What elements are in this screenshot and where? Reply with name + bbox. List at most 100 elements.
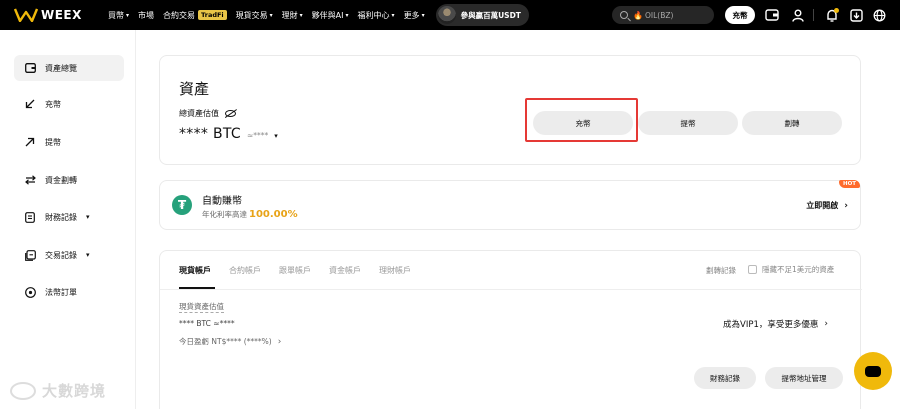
tab-divider xyxy=(160,289,862,290)
nav-buy-crypto[interactable]: 買幣 ▾ xyxy=(108,10,129,21)
chevron-down-icon: ▾ xyxy=(345,11,349,19)
auto-earn-card[interactable]: ₮ 自動賺幣 年化利率高達 100.00% HOT 立即開啟 › xyxy=(159,180,861,230)
wallet-icon xyxy=(24,62,36,74)
total-estimate-text: 總資產估值 xyxy=(179,109,219,118)
arrow-up-right-icon xyxy=(24,136,36,148)
bell-icon[interactable] xyxy=(825,8,839,22)
chevron-right-icon: › xyxy=(824,319,828,329)
chevron-down-icon: ▾ xyxy=(86,251,90,259)
hide-small-label: 隱藏不足1美元的資產 xyxy=(762,265,835,274)
apy-label: 年化利率高達 xyxy=(202,210,247,219)
eye-hidden-icon[interactable] xyxy=(225,110,236,117)
transfer-action-button[interactable]: 劃轉 xyxy=(742,111,842,135)
search-icon xyxy=(620,11,628,19)
hide-small-checkbox[interactable] xyxy=(748,265,757,274)
search-input[interactable]: 🔥 OIL(BZ) xyxy=(612,6,714,24)
accounts-card: 現貨帳戶 合約帳戶 跟單帳戶 資金帳戶 理財帳戶 劃轉記錄 隱藏不足1美元的資產… xyxy=(159,250,862,409)
nav-more[interactable]: 更多 ▾ xyxy=(404,10,425,21)
flame-icon: 🔥 xyxy=(633,10,643,20)
transfer-icon xyxy=(24,174,36,186)
chevron-down-icon: ▾ xyxy=(421,11,425,19)
sidebar: 資產總覽 充幣 提幣 資金劃轉 財務記錄 ▾ 交易記錄 ▾ 法幣訂單 xyxy=(0,30,136,409)
watermark-text: 大數跨境 xyxy=(42,382,107,400)
download-icon[interactable] xyxy=(849,8,863,22)
hot-badge: HOT xyxy=(838,180,860,188)
sidebar-item-label: 資產總覽 xyxy=(45,63,77,73)
financial-records-button[interactable]: 財務記錄 xyxy=(694,367,756,389)
sidebar-item-trade-records[interactable]: 交易記錄 ▾ xyxy=(14,242,124,268)
fiat-order-icon xyxy=(24,286,36,298)
btc-value: **** BTC xyxy=(179,126,241,142)
currency-dropdown-icon[interactable]: ▾ xyxy=(274,132,278,140)
chevron-down-icon: ▾ xyxy=(269,11,273,19)
deposit-button[interactable]: 充幣 xyxy=(725,6,755,24)
nav-label: 買幣 xyxy=(108,10,124,20)
chevron-down-icon: ▾ xyxy=(299,11,303,19)
chevron-down-icon: ▾ xyxy=(391,11,395,19)
tradfi-badge: TradFi xyxy=(198,10,227,20)
main-nav: 買幣 ▾ 市場 合約交易 TradFi 現貨交易 ▾ 理財 ▾ 夥伴與AI ▾ 福利中心 ▾… xyxy=(108,0,529,30)
promo-banner[interactable]: 參與贏百萬USDT xyxy=(435,4,529,26)
today-pnl[interactable]: 今日盈虧 NT$**** (****%) › xyxy=(179,336,281,347)
globe-icon[interactable] xyxy=(872,8,886,22)
search-placeholder: OIL(BZ) xyxy=(644,10,674,20)
sidebar-item-deposit[interactable]: 充幣 xyxy=(14,91,124,117)
nav-markets[interactable]: 市場 xyxy=(138,10,154,21)
tab-funding-account[interactable]: 資金帳戶 xyxy=(329,265,361,284)
user-icon[interactable] xyxy=(791,8,805,22)
arrow-down-left-icon xyxy=(24,98,36,110)
sidebar-item-withdraw[interactable]: 提幣 xyxy=(14,129,124,155)
nav-label: 理財 xyxy=(281,10,298,20)
weex-logo-icon xyxy=(14,8,38,22)
highlight-box xyxy=(525,98,638,142)
tab-copy-account[interactable]: 跟單帳戶 xyxy=(279,265,311,284)
tab-earn-account[interactable]: 理財帳戶 xyxy=(379,265,411,284)
sidebar-item-label: 交易記錄 xyxy=(45,250,77,260)
hide-small-assets-toggle[interactable]: 隱藏不足1美元的資產 xyxy=(748,264,834,275)
total-estimate-label: 總資產估值 xyxy=(179,108,236,119)
nav-label: 夥伴與AI xyxy=(311,10,344,20)
page-title: 資產 xyxy=(179,80,210,98)
document-icon xyxy=(24,211,36,223)
wallet-icon[interactable] xyxy=(765,8,779,22)
withdraw-action-button[interactable]: 提幣 xyxy=(638,111,738,135)
weex-logo[interactable]: WEEX xyxy=(14,8,108,22)
sidebar-item-asset-overview[interactable]: 資產總覽 xyxy=(14,55,124,81)
watermark-logo-icon xyxy=(10,381,36,400)
withdraw-address-button[interactable]: 提幣地址管理 xyxy=(765,367,843,389)
nav-partners-ai[interactable]: 夥伴與AI ▾ xyxy=(312,10,349,21)
sidebar-item-label: 法幣訂單 xyxy=(45,287,77,297)
enable-now-link[interactable]: 立即開啟 › xyxy=(806,200,848,211)
main-content: 資產 總資產估值 **** BTC ≈**** ▾ 充幣 提幣 劃轉 ₮ 自動賺… xyxy=(136,30,900,409)
nav-spot[interactable]: 現貨交易 ▾ xyxy=(236,10,273,21)
nav-earn[interactable]: 理財 ▾ xyxy=(282,10,303,21)
top-navbar: WEEX 買幣 ▾ 市場 合約交易 TradFi 現貨交易 ▾ 理財 ▾ 夥伴與AI ▾ … xyxy=(0,0,900,30)
nav-label: 市場 xyxy=(138,10,155,20)
tab-futures-account[interactable]: 合約帳戶 xyxy=(229,265,261,284)
chevron-down-icon: ▾ xyxy=(126,11,130,19)
sidebar-item-transfer[interactable]: 資金劃轉 xyxy=(14,167,124,193)
transfer-record-link[interactable]: 劃轉記錄 xyxy=(706,265,736,276)
btc-value-row: **** BTC ≈**** ▾ xyxy=(179,126,278,142)
fiat-approx: ≈**** xyxy=(246,131,269,140)
sidebar-item-label: 充幣 xyxy=(45,99,61,109)
sidebar-item-fiat-orders[interactable]: 法幣訂單 xyxy=(14,279,124,305)
sidebar-item-financial-records[interactable]: 財務記錄 ▾ xyxy=(14,204,124,230)
tether-icon: ₮ xyxy=(172,195,192,215)
divider xyxy=(813,9,814,21)
tab-spot-account[interactable]: 現貨帳戶 xyxy=(179,265,211,284)
apy-rate: 100.00% xyxy=(249,209,298,220)
brand-name: WEEX xyxy=(41,8,82,22)
auto-earn-subtitle: 年化利率高達 100.00% xyxy=(202,209,298,220)
nav-rewards[interactable]: 福利中心 ▾ xyxy=(358,10,395,21)
enable-now-label: 立即開啟 xyxy=(806,201,839,210)
sidebar-item-label: 財務記錄 xyxy=(45,212,77,222)
sidebar-item-label: 資金劃轉 xyxy=(45,175,77,185)
watermark: 大數跨境 xyxy=(10,380,106,401)
chat-icon xyxy=(865,365,881,377)
nav-futures[interactable]: 合約交易 TradFi xyxy=(163,10,227,21)
notification-dot xyxy=(834,8,839,13)
support-chat-button[interactable] xyxy=(854,352,892,390)
sidebar-item-label: 提幣 xyxy=(45,137,61,147)
vip-link[interactable]: 成為VIP1，享受更多優惠 › xyxy=(723,318,828,330)
